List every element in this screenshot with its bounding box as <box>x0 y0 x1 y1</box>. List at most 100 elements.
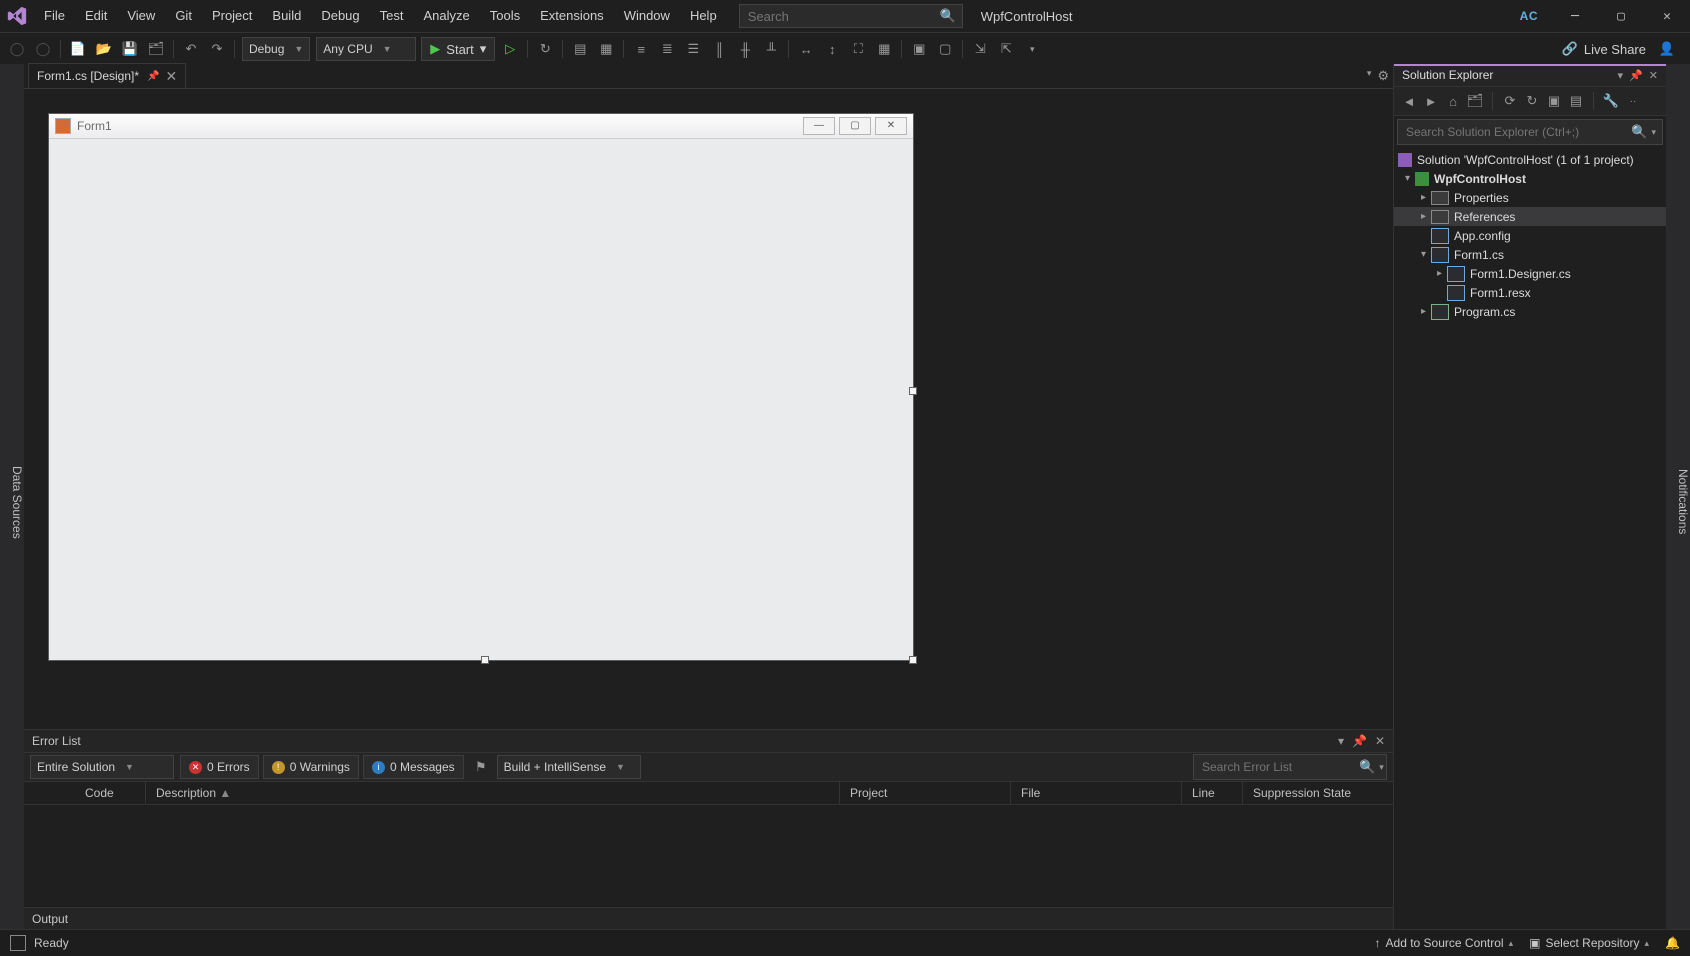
solexp-pin-icon[interactable]: 📌 <box>1629 69 1643 82</box>
redo-icon[interactable]: ↷ <box>206 38 228 60</box>
menu-analyze[interactable]: Analyze <box>413 0 479 32</box>
expander-icon[interactable]: ▸ <box>1416 211 1431 222</box>
tree-solution-node[interactable]: Solution 'WpfControlHost' (1 of 1 projec… <box>1394 150 1666 169</box>
right-rail-notifications[interactable]: Notifications <box>1666 64 1690 930</box>
solexp-sync-icon[interactable]: ⟳ <box>1501 92 1519 110</box>
save-icon[interactable]: 💾 <box>119 38 141 60</box>
menu-tools[interactable]: Tools <box>480 0 530 32</box>
new-project-icon[interactable]: 📄 <box>67 38 89 60</box>
resize-handle-corner[interactable] <box>909 656 917 664</box>
config-combo[interactable]: Debug▼ <box>242 37 310 61</box>
build-filter-combo[interactable]: Build + IntelliSense▼ <box>497 755 641 779</box>
error-list-search[interactable]: 🔍 ▾ <box>1193 754 1387 780</box>
error-col-line[interactable]: Line <box>1182 782 1243 804</box>
title-search[interactable]: 🔍 <box>739 4 963 28</box>
solexp-dropdown-icon[interactable]: ▾ <box>1618 69 1624 82</box>
menu-file[interactable]: File <box>34 0 75 32</box>
layout-icon-1[interactable]: ▤ <box>569 38 591 60</box>
start-debug-button[interactable]: ▶Start▾ <box>421 37 495 61</box>
clear-filter-icon[interactable]: ⚑ <box>470 756 492 778</box>
solexp-fwd-icon[interactable]: ► <box>1422 92 1440 110</box>
tree-properties-node[interactable]: ▸ Properties <box>1394 188 1666 207</box>
solexp-close-icon[interactable]: ✕ <box>1649 69 1658 82</box>
window-maximize-button[interactable]: ▢ <box>1598 0 1644 32</box>
menu-debug[interactable]: Debug <box>311 0 369 32</box>
document-tab[interactable]: Form1.cs [Design]* 📌 ✕ <box>28 63 186 88</box>
size-icon[interactable]: ⛶ <box>847 38 869 60</box>
error-list-pin-icon[interactable]: 📌 <box>1352 734 1367 748</box>
menu-git[interactable]: Git <box>165 0 202 32</box>
expander-icon[interactable]: ▸ <box>1416 306 1431 317</box>
hspace-icon[interactable]: ↔ <box>795 38 817 60</box>
window-close-button[interactable]: ✕ <box>1644 0 1690 32</box>
error-col-suppression[interactable]: Suppression State <box>1243 782 1393 804</box>
solexp-showall-icon[interactable]: ▤ <box>1567 92 1585 110</box>
align-middle-icon[interactable]: ╫ <box>734 38 756 60</box>
layout-icon-2[interactable]: ▦ <box>595 38 617 60</box>
overflow-icon[interactable]: ▾ <box>1021 38 1043 60</box>
error-list-close-icon[interactable]: ✕ <box>1375 734 1385 748</box>
save-all-icon[interactable]: 🗂 <box>145 38 167 60</box>
tab-dropdown-icon[interactable]: ▾ <box>1367 68 1372 84</box>
form-preview[interactable]: Form1 — ▢ ✕ <box>48 113 914 661</box>
open-file-icon[interactable]: 📂 <box>93 38 115 60</box>
align-top-icon[interactable]: ║ <box>708 38 730 60</box>
solution-explorer-header[interactable]: Solution Explorer ▾ 📌 ✕ <box>1394 64 1666 87</box>
nav-fwd-icon[interactable]: ◯ <box>32 38 54 60</box>
tree-appconfig-node[interactable]: App.config <box>1394 226 1666 245</box>
error-col-description[interactable]: Description ▲ <box>146 782 840 804</box>
tree-references-node[interactable]: ▸ References <box>1394 207 1666 226</box>
search-dropdown-icon[interactable]: ▾ <box>1379 762 1384 773</box>
title-search-input[interactable] <box>746 8 940 25</box>
menu-project[interactable]: Project <box>202 0 262 32</box>
platform-combo[interactable]: Any CPU▼ <box>316 37 416 61</box>
select-repository-button[interactable]: ▣ Select Repository ▴ <box>1529 936 1649 950</box>
tab-order-icon[interactable]: ⇲ <box>969 38 991 60</box>
align-center-icon[interactable]: ≣ <box>656 38 678 60</box>
notifications-bell-icon[interactable]: 🔔 <box>1665 936 1680 950</box>
lock-icon[interactable]: ⇱ <box>995 38 1017 60</box>
output-panel-tab[interactable]: Output <box>24 907 1393 930</box>
error-list-dropdown-icon[interactable]: ▾ <box>1338 734 1344 748</box>
tab-settings-icon[interactable]: ⚙ <box>1377 68 1389 84</box>
tree-project-node[interactable]: ▾ WpfControlHost <box>1394 169 1666 188</box>
grid-icon[interactable]: ▦ <box>873 38 895 60</box>
menu-window[interactable]: Window <box>614 0 680 32</box>
tree-program-node[interactable]: ▸ Program.cs <box>1394 302 1666 321</box>
expander-icon[interactable]: ▸ <box>1416 192 1431 203</box>
solexp-properties-icon[interactable]: 🔧 <box>1602 92 1620 110</box>
left-rail-data-sources[interactable]: Data Sources <box>0 64 24 930</box>
feedback-icon[interactable]: 👤 <box>1656 38 1678 60</box>
menu-edit[interactable]: Edit <box>75 0 117 32</box>
menu-test[interactable]: Test <box>370 0 414 32</box>
tree-form1-designer-node[interactable]: ▸ Form1.Designer.cs <box>1394 264 1666 283</box>
solexp-collapse-icon[interactable]: ▣ <box>1545 92 1563 110</box>
start-nodbg-icon[interactable]: ▷ <box>499 38 521 60</box>
pin-tab-icon[interactable]: 📌 <box>147 71 159 82</box>
menu-build[interactable]: Build <box>262 0 311 32</box>
close-tab-icon[interactable]: ✕ <box>165 68 177 85</box>
window-minimize-button[interactable]: ─ <box>1552 0 1598 32</box>
expander-icon[interactable]: ▾ <box>1400 173 1415 184</box>
warnings-filter-button[interactable]: !0 Warnings <box>263 755 359 779</box>
vspace-icon[interactable]: ↕ <box>821 38 843 60</box>
errors-filter-button[interactable]: ✕0 Errors <box>180 755 259 779</box>
menu-view[interactable]: View <box>117 0 165 32</box>
add-source-control-button[interactable]: ↑ Add to Source Control ▴ <box>1375 936 1514 950</box>
align-left-icon[interactable]: ≡ <box>630 38 652 60</box>
form-designer-surface[interactable]: Form1 — ▢ ✕ <box>24 89 1393 729</box>
solexp-back-icon[interactable]: ◄ <box>1400 92 1418 110</box>
solexp-home-icon[interactable]: ⌂ <box>1444 92 1462 110</box>
search-dropdown-icon[interactable]: ▾ <box>1651 127 1656 138</box>
tree-form1-node[interactable]: ▾ Form1.cs <box>1394 245 1666 264</box>
error-col-file[interactable]: File <box>1011 782 1182 804</box>
solexp-preview-icon[interactable]: ·· <box>1624 92 1642 110</box>
live-share-button[interactable]: 🔗 Live Share <box>1562 41 1646 57</box>
step-icon[interactable]: ↻ <box>534 38 556 60</box>
user-badge[interactable]: AC <box>1520 9 1538 23</box>
bring-front-icon[interactable]: ▣ <box>908 38 930 60</box>
solution-explorer-search-input[interactable] <box>1404 124 1631 140</box>
status-icon[interactable] <box>10 935 26 951</box>
undo-icon[interactable]: ↶ <box>180 38 202 60</box>
tree-form1-resx-node[interactable]: Form1.resx <box>1394 283 1666 302</box>
